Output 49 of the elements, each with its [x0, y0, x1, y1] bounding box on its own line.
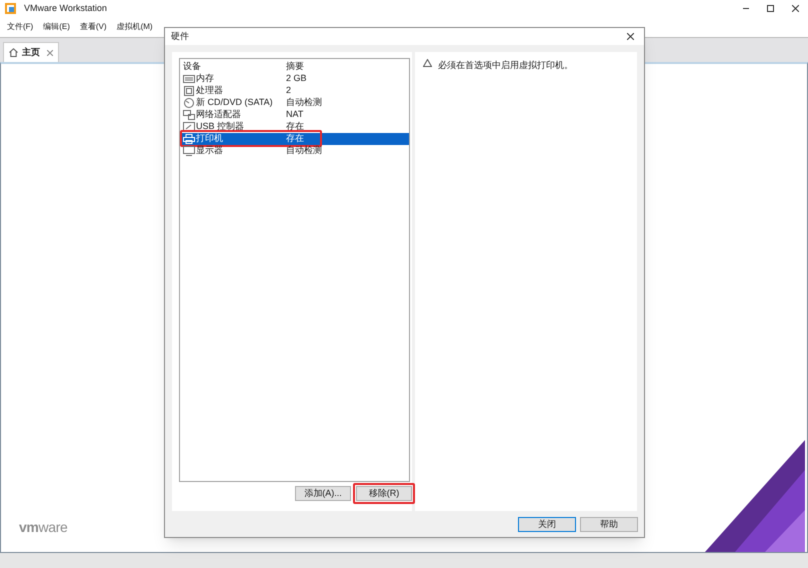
close-icon[interactable] — [627, 33, 634, 40]
home-icon — [9, 48, 18, 57]
network-icon — [183, 110, 195, 120]
add-button[interactable]: 添加(A)... — [295, 486, 351, 501]
monitor-icon — [183, 146, 195, 156]
menu-item[interactable]: 虚拟机(M) — [116, 21, 153, 33]
window-title: VMware Workstation — [24, 2, 107, 15]
chip-icon — [183, 86, 195, 96]
menu-item[interactable]: 文件(F) — [7, 21, 34, 33]
device-row[interactable]: 显示器 自动检测 — [180, 145, 409, 157]
home-tab[interactable]: 主页 — [3, 42, 59, 62]
device-name: 显示器 — [196, 144, 223, 158]
remove-button[interactable]: 移除(R) — [356, 486, 412, 501]
device-row[interactable]: 打印机 存在 — [180, 133, 409, 145]
device-row[interactable]: 内存 2 GB — [180, 73, 409, 85]
close-button[interactable]: 关闭 — [518, 516, 576, 532]
device-row[interactable]: 网络适配器 NAT — [180, 109, 409, 121]
device-summary: 自动检测 — [286, 144, 322, 158]
device-summary: 2 GB — [286, 72, 307, 86]
warning-message: 必须在首选项中启用虚拟打印机。 — [438, 59, 573, 72]
printer-icon — [183, 134, 195, 144]
device-row[interactable]: 新 CD/DVD (SATA) 自动检测 — [180, 97, 409, 109]
dialog-title: 硬件 — [171, 30, 189, 43]
device-name: 网络适配器 — [196, 108, 241, 122]
device-name: 内存 — [196, 72, 214, 86]
device-name: 打印机 — [196, 132, 223, 146]
device-summary: NAT — [286, 108, 304, 122]
device-summary: 自动检测 — [286, 96, 322, 110]
warning-icon — [423, 59, 432, 67]
usb-icon — [183, 122, 195, 132]
help-button[interactable]: 帮助 — [580, 516, 638, 532]
device-name: 新 CD/DVD (SATA) — [196, 96, 273, 110]
close-icon[interactable] — [792, 5, 799, 12]
device-summary: 2 — [286, 84, 292, 98]
device-row[interactable]: USB 控制器 存在 — [180, 121, 409, 133]
device-summary: 存在 — [286, 132, 304, 146]
device-row[interactable]: 处理器 2 — [180, 85, 409, 97]
column-header: 设备 — [183, 60, 202, 74]
vmware-logo: vmware — [19, 518, 68, 537]
menu-item[interactable]: 查看(V) — [80, 21, 107, 33]
maximize-icon[interactable] — [767, 5, 774, 12]
device-name: 处理器 — [196, 84, 223, 98]
app-logo-icon — [5, 3, 16, 14]
memory-icon — [183, 74, 195, 84]
menu-item[interactable]: 编辑(E) — [43, 21, 70, 33]
disc-icon — [183, 98, 195, 108]
device-name: USB 控制器 — [196, 120, 244, 134]
device-summary: 存在 — [286, 120, 304, 134]
column-header: 摘要 — [286, 60, 304, 74]
